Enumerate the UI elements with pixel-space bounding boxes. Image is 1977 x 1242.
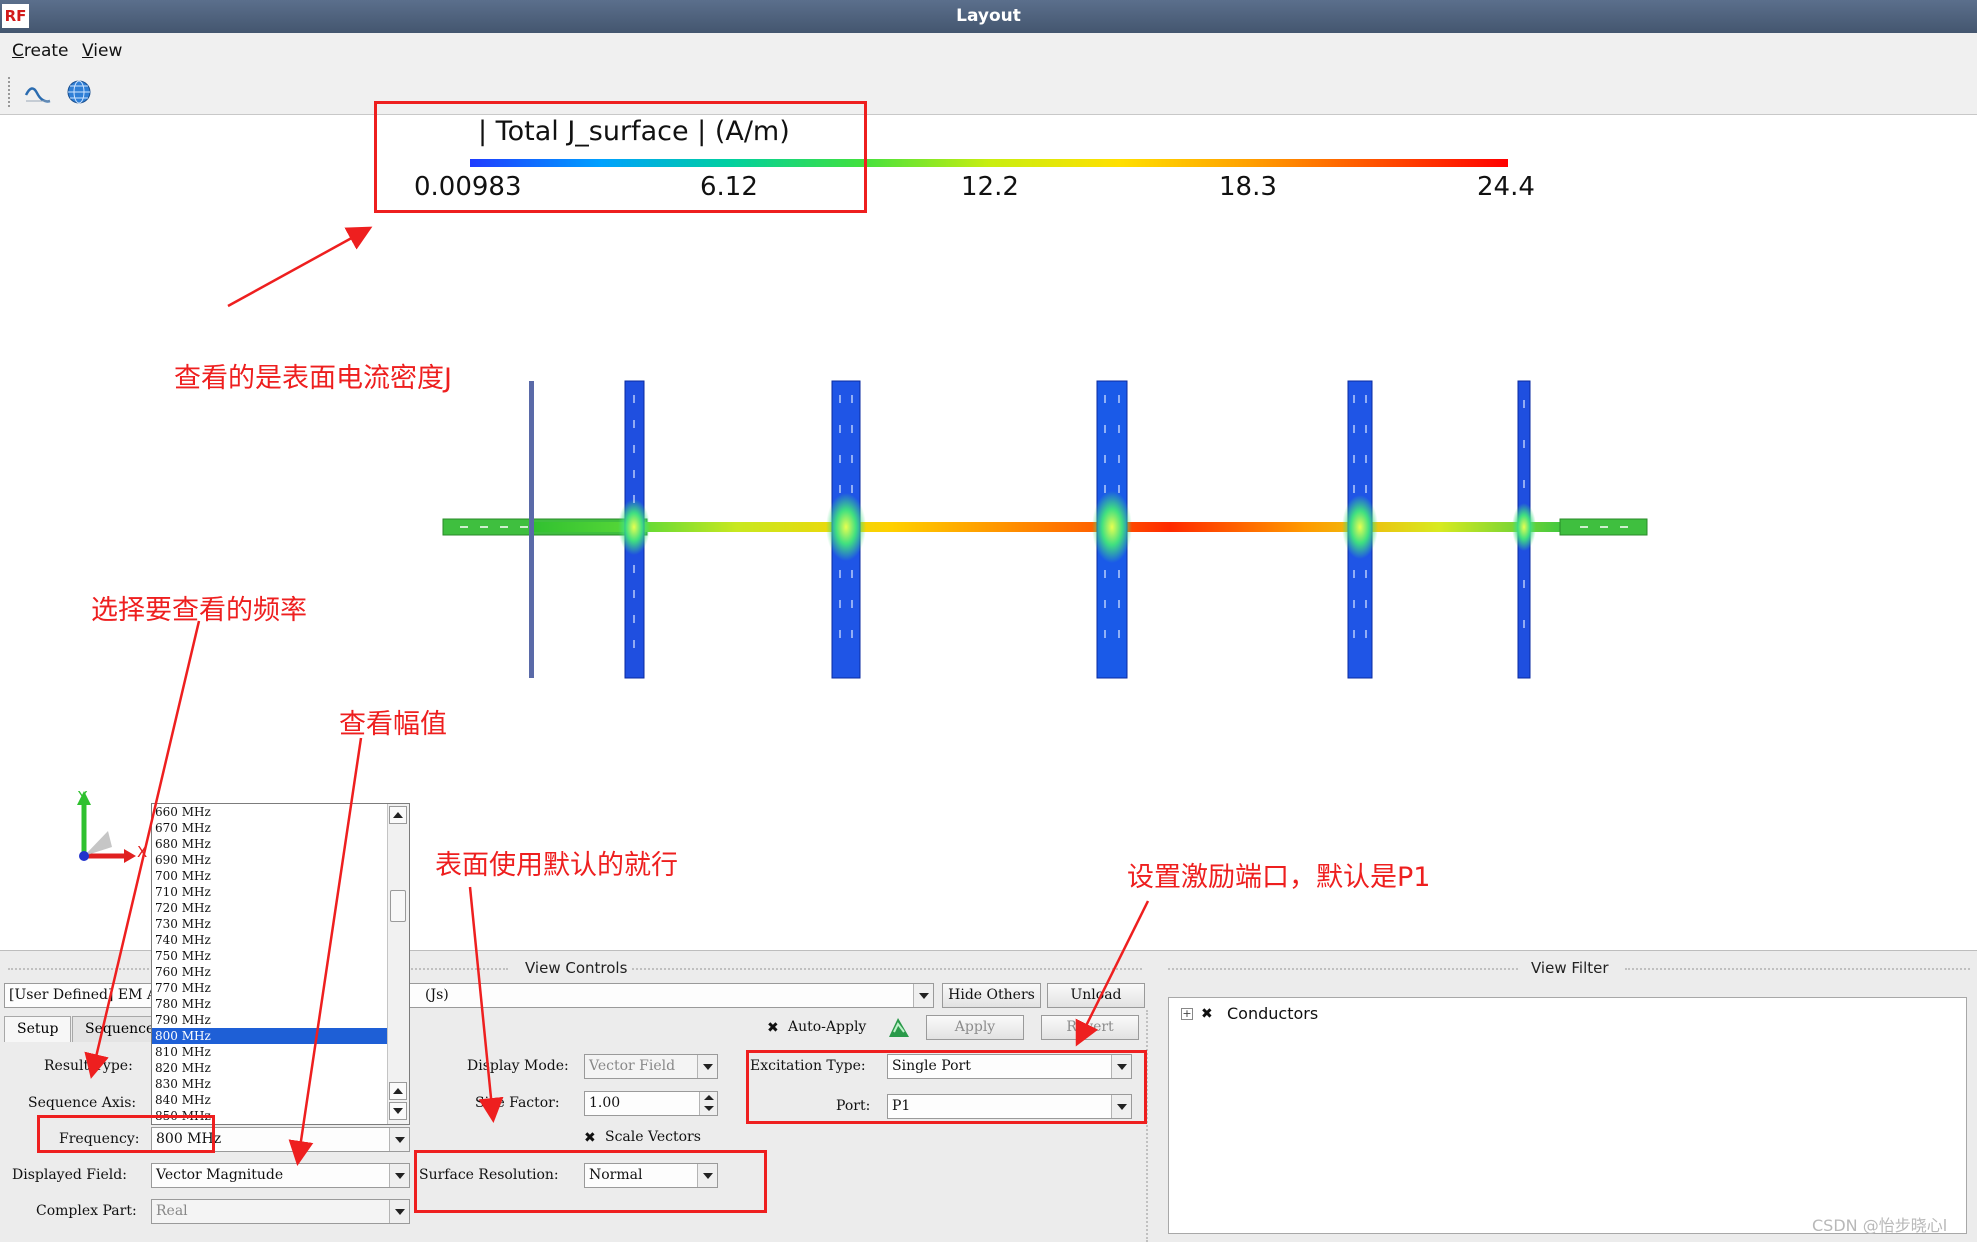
watermark: CSDN @怡步晓心l xyxy=(1812,1216,1948,1235)
annotation-arrows xyxy=(84,226,1150,1166)
layout-window: RF Layout Create View | Total J_surface … xyxy=(0,0,1977,1242)
